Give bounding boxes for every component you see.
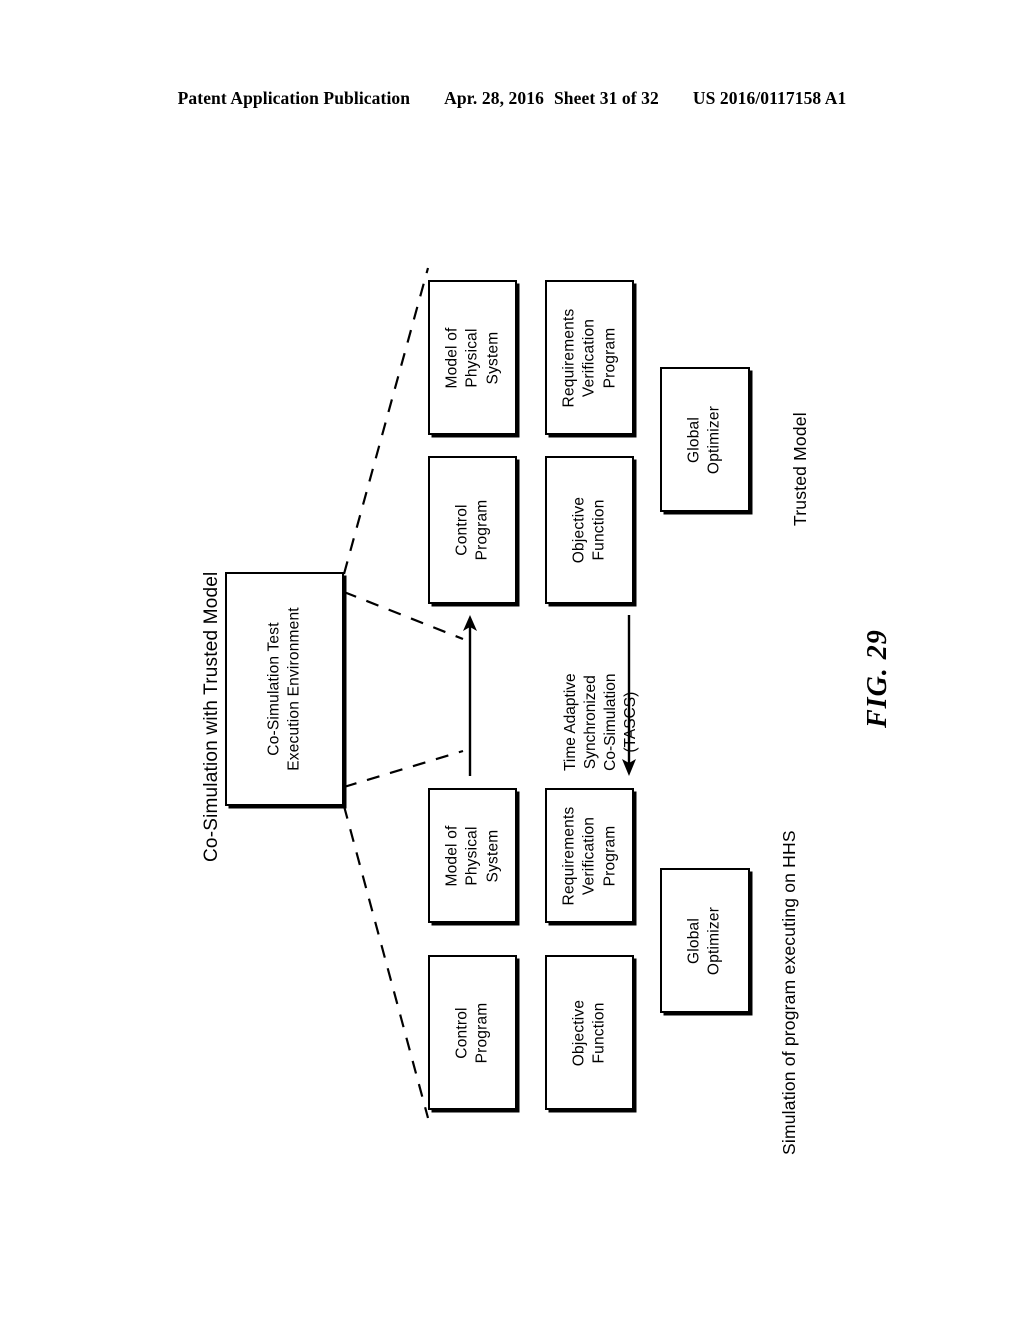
top-requirements-verification-program-node[interactable]: Requirements Verification Program [545, 280, 634, 435]
bottom-objective-function-node[interactable]: Objective Function [545, 955, 634, 1110]
top-control-program-node[interactable]: Control Program [428, 456, 517, 604]
arrow-up-icon [463, 615, 477, 776]
figure-29-diagram: Co-Simulation with Trusted Model Co-Simu… [0, 0, 1024, 1320]
bottom-global-optimizer-node[interactable]: Global Optimizer [660, 868, 750, 1013]
node-label: Co-Simulation Test Execution Environment [265, 607, 303, 771]
bottom-model-of-physical-system-node[interactable]: Model of Physical System [428, 788, 517, 923]
top-group-caption: Trusted Model [790, 412, 810, 526]
node-label: Global Optimizer [685, 906, 723, 975]
tascs-line-2: Synchronized [582, 675, 600, 770]
node-label: Objective Function [570, 999, 608, 1066]
co-simulation-test-execution-environment-node[interactable]: Co-Simulation Test Execution Environment [225, 572, 344, 806]
tascs-label: Time Adaptive Synchronized Co-Simulation… [561, 673, 642, 771]
node-label: Control Program [453, 1002, 491, 1063]
dashed-fan-line-lower-outer [342, 805, 430, 1119]
node-label: Model of Physical System [442, 824, 501, 887]
tascs-line-4: (TASCS) [622, 691, 640, 753]
node-label: Control Program [453, 499, 491, 561]
figure-label: FIG. 29 [862, 629, 893, 728]
top-global-optimizer-node[interactable]: Global Optimizer [660, 367, 750, 512]
node-label: Requirements Verification Program [559, 806, 618, 905]
node-label: Model of Physical System [442, 326, 501, 389]
node-label: Objective Function [570, 496, 608, 564]
dashed-fan-line-lower-inner [343, 749, 464, 789]
node-label: Requirements Verification Program [559, 308, 618, 407]
dashed-fan-line-upper-outer [342, 267, 430, 575]
left-caption: Co-Simulation with Trusted Model [201, 571, 222, 862]
bottom-requirements-verification-program-node[interactable]: Requirements Verification Program [545, 788, 634, 923]
bottom-group-caption: Simulation of program executing on HHS [779, 830, 799, 1155]
bottom-control-program-node[interactable]: Control Program [428, 955, 517, 1110]
node-label: Global Optimizer [685, 405, 723, 474]
top-objective-function-node[interactable]: Objective Function [545, 456, 634, 604]
top-model-of-physical-system-node[interactable]: Model of Physical System [428, 280, 517, 435]
tascs-line-1: Time Adaptive [562, 673, 579, 771]
tascs-line-3: Co-Simulation [602, 673, 620, 771]
